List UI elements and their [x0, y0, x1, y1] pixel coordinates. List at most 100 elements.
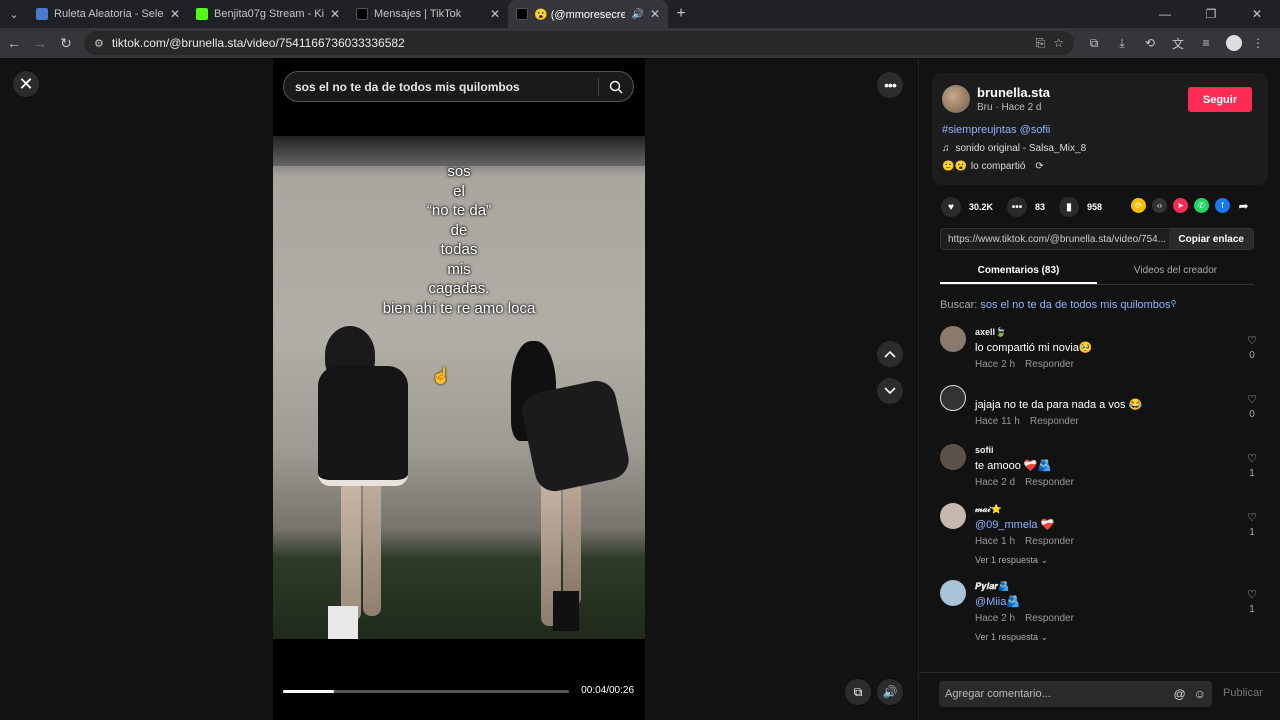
tab-creator-videos[interactable]: Videos del creador — [1097, 260, 1254, 284]
like-count: 30.2K — [969, 202, 994, 212]
caption-line: “no te da” — [426, 202, 492, 219]
comment-time: Hace 2 h — [975, 359, 1016, 370]
translate-icon[interactable]: 文 — [1166, 31, 1190, 55]
media-controls-icon[interactable]: ≡ — [1194, 31, 1218, 55]
heart-icon[interactable]: ♡ — [1244, 588, 1260, 601]
back-icon[interactable]: ← — [2, 31, 26, 55]
reply-button[interactable]: Responder — [1025, 536, 1074, 547]
history-icon[interactable]: ⟲ — [1138, 31, 1162, 55]
browser-tab[interactable]: Benjita07g Stream - Kick Dashbo ✕ — [188, 0, 348, 28]
volume-icon[interactable]: 🔊 — [877, 679, 903, 705]
comment-text[interactable]: @09_mmela ❤️‍🩹 — [975, 518, 1054, 531]
url-input[interactable]: ⚙ tiktok.com/@brunella.sta/video/7541166… — [84, 31, 1074, 55]
tab-close-icon[interactable]: ✕ — [490, 7, 500, 21]
extensions-icon[interactable]: ⧉ — [1082, 31, 1106, 55]
share-arrow-icon[interactable]: ➦ — [1236, 198, 1251, 213]
avatar[interactable] — [942, 85, 970, 113]
heart-icon[interactable]: ♡ — [1244, 511, 1260, 524]
embed-icon[interactable]: ‹› — [1152, 198, 1167, 213]
comment-time: Hace 11 h — [975, 416, 1020, 427]
comment-text[interactable]: @Miia🫂 — [975, 595, 1020, 608]
avatar[interactable] — [940, 385, 966, 411]
view-replies-button[interactable]: Ver 1 respuesta ⌄ — [975, 632, 1048, 643]
avatar[interactable] — [940, 503, 966, 529]
comment-user[interactable]: 𝓂𝒶𝒾⭐ — [975, 504, 1002, 515]
person-right-jacket — [518, 377, 633, 495]
heart-icon[interactable]: ♡ — [1244, 393, 1260, 406]
emoji-icon[interactable]: ☺ — [1194, 687, 1206, 701]
reload-icon[interactable]: ↻ — [54, 31, 78, 55]
previous-video-icon[interactable] — [877, 341, 903, 367]
comment-user[interactable]: axell🍃 — [975, 327, 1006, 338]
reply-button[interactable]: Responder — [1025, 477, 1074, 488]
install-app-icon[interactable]: ⎘ — [1036, 36, 1046, 51]
comment-input[interactable]: Agregar comentario... @ ☺ — [939, 681, 1212, 707]
video-progress-bar[interactable] — [283, 690, 569, 693]
author-name[interactable]: brunella.sta — [977, 85, 1050, 100]
site-info-icon[interactable]: ⚙ — [94, 37, 104, 50]
video-search-bar[interactable]: sos el no te da de todos mis quilombos — [283, 71, 634, 102]
person-left-leg — [363, 481, 381, 616]
comment-user[interactable]: 𝑷𝒚𝒍𝒂𝒓🫂 — [975, 581, 1009, 592]
more-options-icon[interactable]: ••• — [877, 72, 903, 98]
profile-avatar[interactable] — [1226, 35, 1242, 51]
avatar[interactable] — [940, 326, 966, 352]
reply-button[interactable]: Responder — [1025, 359, 1074, 370]
chrome-menu-icon[interactable]: ⋮ — [1246, 31, 1270, 55]
comment-text: te amooo ❤️‍🩹🫂 — [975, 460, 1052, 472]
view-replies-button[interactable]: Ver 1 respuesta ⌄ — [975, 555, 1048, 566]
tab-title: Ruleta Aleatoria - Selector Perso — [54, 8, 164, 20]
new-tab-icon[interactable]: + — [668, 0, 694, 28]
next-video-icon[interactable] — [877, 378, 903, 404]
facebook-icon[interactable]: f — [1215, 198, 1230, 213]
comment-time: Hace 1 h — [975, 536, 1016, 547]
follow-button[interactable]: Seguir — [1188, 87, 1252, 112]
reply-button[interactable]: Responder — [1025, 613, 1074, 624]
share-link-box: https://www.tiktok.com/@brunella.sta/vid… — [940, 228, 1254, 250]
sound-row[interactable]: ♫ sonido original - Salsa_Mix_8 — [942, 143, 1086, 154]
speaker-icon[interactable]: 🔊 — [631, 9, 643, 20]
video-frame[interactable]: sos el “no te da” de todas mis cagadas. … — [273, 136, 645, 639]
download-icon[interactable]: ⤓ — [1110, 31, 1134, 55]
caption-line: el — [453, 182, 465, 200]
publish-button[interactable]: Publicar — [1223, 687, 1263, 699]
reply-button[interactable]: Responder — [1030, 416, 1079, 427]
tab-close-icon[interactable]: ✕ — [170, 7, 180, 21]
list-item: 𝓂𝒶𝒾⭐ @09_mmela ❤️‍🩹 Hace 1 h Responder ♡… — [940, 502, 1260, 579]
bookmark-star-icon[interactable]: ☆ — [1053, 36, 1064, 50]
related-search-link[interactable]: sos el no te da de todos mis quilombos — [980, 299, 1170, 311]
whatsapp-icon[interactable]: ✆ — [1194, 198, 1209, 213]
comment-count: 83 — [1035, 202, 1046, 212]
heart-icon[interactable]: ♡ — [1244, 334, 1260, 347]
tab-comments[interactable]: Comentarios (83) — [940, 260, 1097, 284]
mention-icon[interactable]: @ — [1174, 687, 1186, 701]
comment-icon[interactable]: ••• — [1007, 197, 1028, 217]
heart-icon[interactable]: ♡ — [1244, 452, 1260, 465]
browser-tab-active[interactable]: 😮 (@mmoresecrettt_) | TikT 🔊 ✕ — [508, 0, 668, 28]
share-link[interactable]: https://www.tiktok.com/@brunella.sta/vid… — [941, 234, 1169, 245]
minimize-icon[interactable]: — — [1142, 0, 1188, 28]
video-time: 00:04/00:26 — [581, 685, 634, 696]
tab-search-icon[interactable]: ⌄ — [0, 0, 28, 28]
send-friends-icon[interactable]: ➤ — [1173, 198, 1188, 213]
tab-close-icon[interactable]: ✕ — [330, 7, 340, 21]
video-description[interactable]: #siempreujntas @sofii — [942, 124, 1050, 136]
forward-icon[interactable]: → — [28, 31, 52, 55]
copy-link-button[interactable]: Copiar enlace — [1169, 229, 1253, 249]
like-icon[interactable]: ♥ — [941, 197, 961, 217]
tab-close-icon[interactable]: ✕ — [650, 7, 660, 21]
search-icon[interactable] — [599, 80, 633, 94]
avatar[interactable] — [940, 444, 966, 470]
close-icon[interactable]: ✕ — [13, 71, 39, 97]
restore-icon[interactable]: ❐ — [1188, 0, 1234, 28]
avatar[interactable] — [940, 580, 966, 606]
floating-player-icon[interactable]: ⧉ — [845, 679, 871, 705]
video-player[interactable]: sos el no te da de todos mis quilombos s… — [273, 58, 645, 720]
close-window-icon[interactable]: ✕ — [1234, 0, 1280, 28]
bookmark-icon[interactable]: ▮ — [1059, 197, 1080, 217]
comment-user[interactable]: sofii — [975, 445, 994, 455]
repost-share-icon[interactable]: ⟳ — [1131, 198, 1146, 213]
video-stats: ♥ 30.2K ••• 83 ▮ 958 — [941, 197, 1102, 217]
browser-tab[interactable]: Mensajes | TikTok ✕ — [348, 0, 508, 28]
browser-tab[interactable]: Ruleta Aleatoria - Selector Perso ✕ — [28, 0, 188, 28]
